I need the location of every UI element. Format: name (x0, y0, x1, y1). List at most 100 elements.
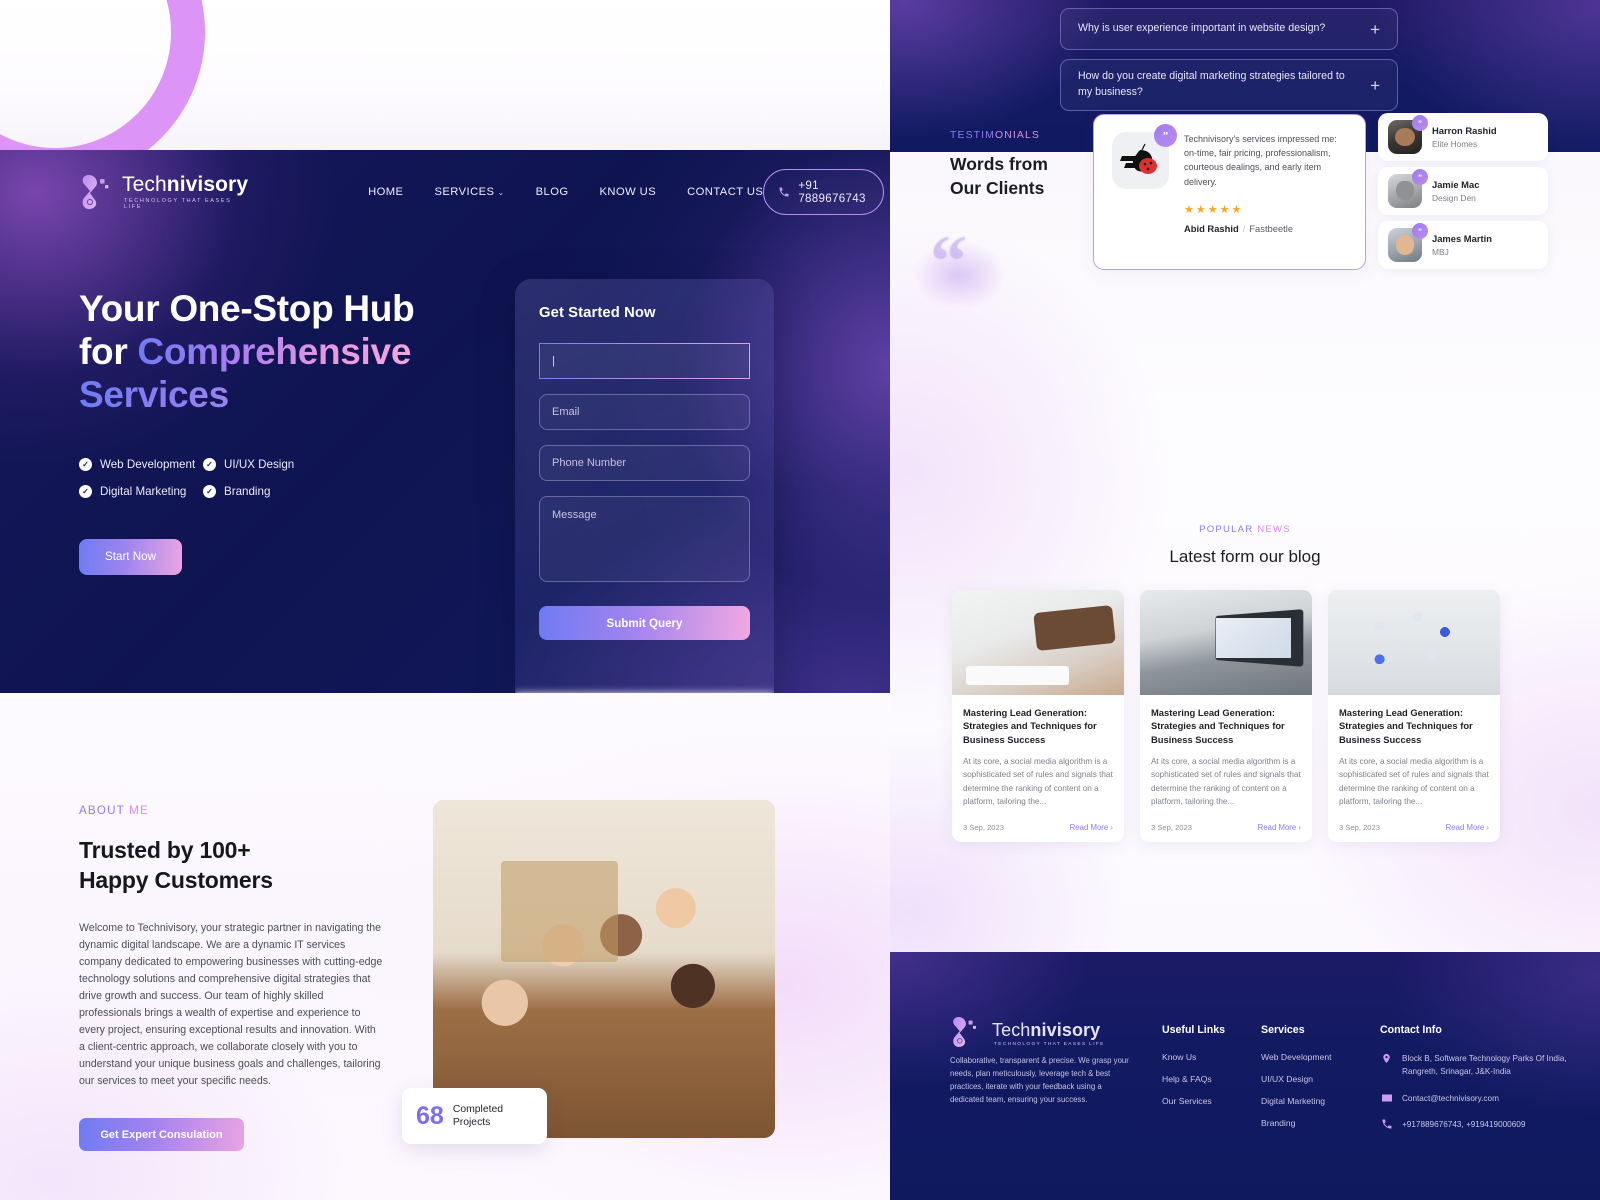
blog-card-2[interactable]: Mastering Lead Generation: Strategies an… (1140, 590, 1312, 843)
top-decorative-band (0, 0, 890, 150)
email-input[interactable] (539, 394, 750, 430)
header-phone-button[interactable]: +91 7889676743 (763, 169, 884, 215)
footer-description: Collaborative, transparent & precise. We… (950, 1056, 1129, 1105)
footer-logo[interactable]: Technivisory TECHNOLOGY THAT EASES LIFE (950, 1015, 1105, 1053)
hero-feature-digital-marketing: ✓ Digital Marketing (79, 484, 203, 498)
blog-excerpt: At its core, a social media algorithm is… (963, 757, 1113, 806)
testimonial-author-row-1[interactable]: ” Harron Rashid Elite Homes (1378, 113, 1548, 161)
faq-item-1[interactable]: Why is user experience important in webs… (1060, 8, 1398, 50)
decorative-ring-shape (0, 0, 205, 150)
footer-services-column: Services Web Development UI/UX Design Di… (1261, 1024, 1332, 1140)
footer-address-text: Block B, Software Technology Parks Of In… (1402, 1054, 1567, 1077)
hero-title-line1: Your One-Stop Hub (79, 288, 415, 329)
right-page-column: Why is user experience important in webs… (890, 0, 1600, 1200)
author-name: Jamie Mac (1432, 179, 1480, 190)
author-info: Jamie Mac Design Den (1432, 179, 1479, 203)
author-name: Abid Rashid (1184, 223, 1239, 234)
hero-section: Technivisory TECHNOLOGY THAT EASES LIFE … (0, 150, 890, 811)
footer-link-ui-ux-design[interactable]: UI/UX Design (1261, 1074, 1332, 1084)
faq-item-2[interactable]: How do you create digital marketing stra… (1060, 59, 1398, 111)
footer-link-digital-marketing[interactable]: Digital Marketing (1261, 1096, 1332, 1106)
blog-eyebrow-part-a: POPULAR (1199, 524, 1254, 535)
blog-eyebrow: POPULAR NEWS (890, 524, 1600, 535)
footer-column-heading: Useful Links (1162, 1024, 1225, 1036)
blog-eyebrow-part-b: NEWS (1257, 524, 1291, 535)
footer-link-branding[interactable]: Branding (1261, 1118, 1332, 1128)
name-input[interactable] (539, 343, 750, 379)
avatar-wrap: ” (1388, 169, 1428, 208)
logo-mark-icon (79, 173, 113, 211)
nav-item-blog[interactable]: BLOG (536, 186, 569, 198)
fastbeetle-logo-icon: ” (1112, 124, 1177, 189)
footer-contact-phone[interactable]: +917889676743, +919419000609 (1380, 1118, 1600, 1131)
site-logo[interactable]: Technivisory TECHNOLOGY THAT EASES LIFE (79, 173, 248, 211)
read-more-link[interactable]: Read More › (1070, 823, 1113, 832)
completed-projects-count: 68 (416, 1101, 444, 1130)
footer-link-know-us[interactable]: Know Us (1162, 1052, 1225, 1062)
testimonial-author-row-2[interactable]: ” Jamie Mac Design Den (1378, 167, 1548, 215)
header-phone-number: +91 7889676743 (798, 179, 866, 205)
footer-link-our-services[interactable]: Our Services (1162, 1096, 1225, 1106)
completed-projects-label: Completed Projects (452, 1103, 504, 1128)
blog-card-1[interactable]: Mastering Lead Generation: Strategies an… (952, 590, 1124, 843)
quote-badge-icon: ” (1412, 169, 1428, 185)
footer-logo-title: Technivisory (992, 1019, 1101, 1040)
footer-link-web-development[interactable]: Web Development (1261, 1052, 1332, 1062)
check-circle-icon: ✓ (203, 457, 216, 471)
submit-query-button[interactable]: Submit Query (539, 606, 750, 640)
blog-image (1140, 590, 1312, 695)
hero-feature-label: Branding (224, 484, 271, 498)
left-page-column: Technivisory TECHNOLOGY THAT EASES LIFE … (0, 0, 890, 1200)
phone-icon (778, 186, 790, 198)
hands-on-keyboard-photo (952, 590, 1124, 695)
blog-date: 3 Sep, 2023 (1151, 823, 1192, 833)
rating-stars: ★★★★★ (1184, 204, 1244, 216)
footer-logo-text: Technivisory TECHNOLOGY THAT EASES LIFE (992, 1021, 1105, 1048)
about-paragraph: Welcome to Technivisory, your strategic … (79, 921, 383, 1088)
footer-link-help-faqs[interactable]: Help & FAQs (1162, 1074, 1225, 1084)
nav-item-home[interactable]: HOME (368, 186, 403, 198)
testimonial-author-row-3[interactable]: ” James Martin MBJ (1378, 221, 1548, 269)
logo-tagline: TECHNOLOGY THAT EASES LIFE (124, 197, 232, 210)
hero-feature-label: UI/UX Design (224, 457, 295, 471)
hero-feature-ui-ux-design: ✓ UI/UX Design (203, 457, 549, 471)
message-textarea[interactable] (539, 496, 750, 582)
plus-icon[interactable]: + (1370, 21, 1380, 38)
nav-links: HOME SERVICES ⌄ BLOG KNOW US CONTACT US (368, 186, 763, 198)
author-role: MBJ (1432, 247, 1449, 257)
author-separator: / (1242, 223, 1246, 234)
about-heading-line1: Trusted by 100+ (79, 837, 251, 863)
featured-testimonial-author: Abid Rashid / Fastbeetle (1184, 223, 1347, 234)
blog-footer: 3 Sep, 2023 Read More › (1339, 823, 1489, 832)
hero-feature-label: Digital Marketing (100, 484, 187, 498)
testimonials-eyebrow: TESTIMONIALS (950, 130, 1040, 141)
about-eyebrow-part-b: ME (129, 804, 149, 817)
author-info: Harron Rashid Elite Homes (1432, 125, 1497, 149)
check-circle-icon: ✓ (79, 457, 92, 471)
blog-card-3[interactable]: Mastering Lead Generation: Strategies an… (1328, 590, 1500, 843)
author-info: James Martin MBJ (1432, 233, 1492, 257)
site-footer: Technivisory TECHNOLOGY THAT EASES LIFE … (890, 952, 1600, 1200)
testimonials-eyebrow-part-b: ONIALS (995, 130, 1041, 141)
read-more-link[interactable]: Read More › (1446, 823, 1489, 832)
form-title: Get Started Now (539, 305, 656, 321)
author-name: Harron Rashid (1432, 125, 1497, 136)
nav-item-know-us[interactable]: KNOW US (600, 186, 657, 198)
phone-input[interactable] (539, 445, 750, 481)
logo-title: Technivisory (122, 172, 249, 196)
nav-item-services[interactable]: SERVICES ⌄ (434, 186, 504, 198)
read-more-link[interactable]: Read More › (1258, 823, 1301, 832)
landing-page-mockup: Technivisory TECHNOLOGY THAT EASES LIFE … (0, 0, 1600, 1200)
footer-contact-column: Contact Info Block B, Software Technolog… (1380, 1024, 1600, 1144)
blog-heading: Latest form our blog (1169, 547, 1321, 566)
quote-mark-icon: “ (930, 221, 967, 303)
main-navigation: Technivisory TECHNOLOGY THAT EASES LIFE … (79, 168, 884, 216)
start-now-button[interactable]: Start Now (79, 538, 182, 575)
testimonials-heading-line1: Words from (950, 154, 1048, 174)
hero-content: Your One-Stop Hub for Comprehensive Serv… (79, 288, 549, 575)
chevron-down-icon: ⌄ (497, 188, 505, 197)
footer-contact-email[interactable]: Contact@technivisory.com (1380, 1092, 1600, 1105)
get-expert-consultation-button[interactable]: Get Expert Consulation (79, 1118, 244, 1152)
nav-item-contact-us[interactable]: CONTACT US (687, 186, 763, 198)
plus-icon[interactable]: + (1370, 77, 1380, 94)
